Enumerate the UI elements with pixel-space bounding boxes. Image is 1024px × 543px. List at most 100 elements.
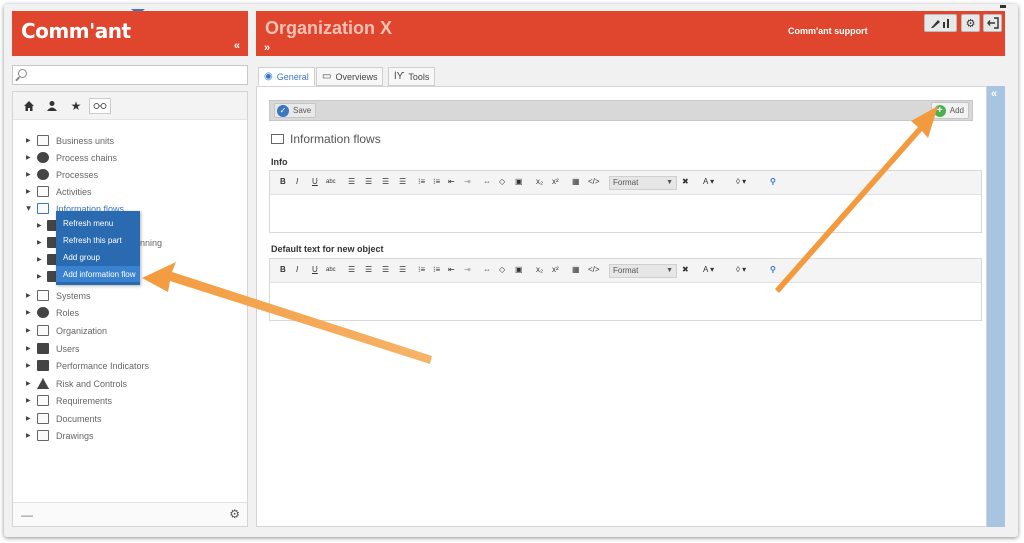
tree-item-activities[interactable]: ▶ Activities (13, 183, 247, 200)
user-icon[interactable] (43, 98, 61, 114)
find-replace-button[interactable]: ⚲ (770, 177, 776, 186)
tree-item-risk-and-controls[interactable]: ▶ Risk and Controls (13, 375, 247, 392)
expand-arrow-icon[interactable]: ▶ (26, 292, 31, 299)
expand-arrow-icon[interactable]: ▶ (26, 171, 31, 178)
search-input[interactable] (33, 68, 243, 82)
tree-item-documents[interactable]: ▶ Documents (13, 410, 247, 427)
tab-general[interactable]: ◉ General (258, 67, 315, 86)
underline-button[interactable]: U (312, 265, 318, 274)
collapse-sidebar-button[interactable]: « (234, 40, 240, 52)
expand-arrow-icon[interactable]: ▶ (26, 380, 31, 387)
tree-item-organization[interactable]: ▶ Organization (13, 322, 247, 339)
italic-button[interactable]: I (296, 265, 298, 274)
expand-arrow-icon[interactable]: ▶ (26, 345, 31, 352)
align-right-button[interactable]: ☰ (382, 265, 389, 274)
expand-arrow-icon[interactable]: ▶ (37, 273, 42, 280)
clear-format-button[interactable]: ✖ (682, 177, 689, 186)
expand-arrow-icon[interactable]: ▶ (26, 154, 31, 161)
tree-item-business-units[interactable]: ▶ Business units (13, 132, 247, 149)
align-center-button[interactable]: ☰ (365, 177, 372, 186)
background-color-button[interactable]: ◊ ▾ (736, 265, 746, 274)
save-button[interactable]: ✓ Save (274, 103, 317, 118)
anchor-button[interactable]: ◇ (499, 265, 505, 274)
default-text-editor[interactable]: B I U abc ☰ ☰ ☰ ☰ ⁝≡ ⁝≡ ⇤ ⇥ ⇔ ◇ ▣ x₂ x² … (269, 258, 982, 321)
background-color-button[interactable]: ◊ ▾ (736, 177, 746, 186)
table-button[interactable]: ▦ (572, 177, 580, 186)
settings-button[interactable]: ⚙ (961, 14, 980, 32)
tab-overviews[interactable]: ▭ Overviews (316, 67, 384, 86)
expand-arrow-icon[interactable]: ▶ (26, 137, 31, 144)
clear-format-button[interactable]: ✖ (682, 265, 689, 274)
strikethrough-button[interactable]: abc (326, 267, 336, 273)
bold-button[interactable]: B (280, 265, 286, 274)
tree-item-users[interactable]: ▶ Users (13, 340, 247, 357)
indent-button[interactable]: ⇥ (464, 265, 471, 274)
menu-item-refresh-this-part[interactable]: Refresh this part (56, 232, 140, 248)
support-link[interactable]: Comm'ant support (788, 26, 868, 36)
align-left-button[interactable]: ☰ (348, 265, 355, 274)
outdent-button[interactable]: ⇤ (448, 265, 455, 274)
menu-item-add-information-flow[interactable]: Add information flow (56, 266, 140, 282)
sidebar-settings-icon[interactable]: ⚙ (229, 507, 240, 521)
bullet-list-button[interactable]: ⁝≡ (418, 265, 425, 274)
menu-item-refresh-menu[interactable]: Refresh menu (56, 215, 140, 231)
text-color-button[interactable]: A ▾ (703, 265, 714, 274)
expand-arrow-icon[interactable]: ▶ (37, 239, 42, 246)
subscript-button[interactable]: x₂ (536, 265, 543, 274)
superscript-button[interactable]: x² (552, 265, 559, 274)
tree-item-drawings[interactable]: ▶ Drawings (13, 427, 247, 444)
tree-item-processes[interactable]: ▶ Processes (13, 166, 247, 183)
link-button[interactable]: ⇔ (483, 177, 491, 186)
collapse-all-button[interactable]: — (21, 508, 33, 522)
tree-item-process-chains[interactable]: ▶ Process chains (13, 149, 247, 166)
source-code-button[interactable]: </> (588, 177, 600, 186)
strikethrough-button[interactable]: abc (326, 179, 336, 185)
home-icon[interactable] (20, 98, 38, 114)
format-select[interactable]: Format ▼ (609, 176, 677, 190)
table-button[interactable]: ▦ (572, 265, 580, 274)
add-button[interactable]: + Add (930, 102, 969, 119)
expand-arrow-icon[interactable]: ▶ (37, 256, 42, 263)
expand-arrow-icon[interactable]: ▶ (37, 222, 42, 229)
link-icon[interactable] (89, 98, 111, 114)
align-right-button[interactable]: ☰ (382, 177, 389, 186)
source-code-button[interactable]: </> (588, 265, 600, 274)
expand-arrow-icon[interactable]: ▶ (26, 432, 31, 439)
bullet-list-button[interactable]: ⁝≡ (418, 177, 425, 186)
expand-arrow-icon[interactable]: ▶ (26, 188, 31, 195)
tree-item-requirements[interactable]: ▶ Requirements (13, 392, 247, 409)
bold-button[interactable]: B (280, 177, 286, 186)
justify-button[interactable]: ☰ (399, 265, 406, 274)
expand-arrow-icon[interactable]: ▶ (26, 309, 31, 316)
expand-arrow-icon[interactable]: ▶ (26, 362, 31, 369)
text-color-button[interactable]: A ▾ (703, 177, 714, 186)
star-icon[interactable]: ★ (67, 98, 85, 114)
numbered-list-button[interactable]: ⁝≡ (433, 265, 440, 274)
expand-arrow-icon[interactable]: ▶ (26, 415, 31, 422)
window-control-icon[interactable] (1000, 5, 1006, 8)
edit-mode-button[interactable] (924, 14, 957, 32)
format-select[interactable]: Format ▼ (609, 264, 677, 278)
tree-item-performance-indicators[interactable]: ▶ Performance Indicators (13, 357, 247, 374)
tab-tools[interactable]: ǀƳ Tools (388, 67, 436, 86)
italic-button[interactable]: I (296, 177, 298, 186)
right-collapse-panel[interactable]: « (987, 86, 1005, 527)
justify-button[interactable]: ☰ (399, 177, 406, 186)
expand-arrow-icon[interactable]: ▶ (26, 327, 31, 334)
align-center-button[interactable]: ☰ (365, 265, 372, 274)
expand-arrow-icon[interactable]: ▶ (26, 397, 31, 404)
image-button[interactable]: ▣ (515, 265, 523, 274)
tree-item-systems[interactable]: ▶ Systems (13, 287, 247, 304)
link-button[interactable]: ⇔ (483, 265, 491, 274)
superscript-button[interactable]: x² (552, 177, 559, 186)
tree-item-roles[interactable]: ▶ Roles (13, 304, 247, 321)
collapse-arrow-icon[interactable]: ▶ (25, 206, 32, 211)
numbered-list-button[interactable]: ⁝≡ (433, 177, 440, 186)
indent-button[interactable]: ⇥ (464, 177, 471, 186)
exit-button[interactable] (983, 14, 1002, 32)
align-left-button[interactable]: ☰ (348, 177, 355, 186)
underline-button[interactable]: U (312, 177, 318, 186)
menu-item-add-group[interactable]: Add group (56, 249, 140, 265)
expand-button[interactable]: » (264, 42, 270, 54)
find-replace-button[interactable]: ⚲ (770, 265, 776, 274)
